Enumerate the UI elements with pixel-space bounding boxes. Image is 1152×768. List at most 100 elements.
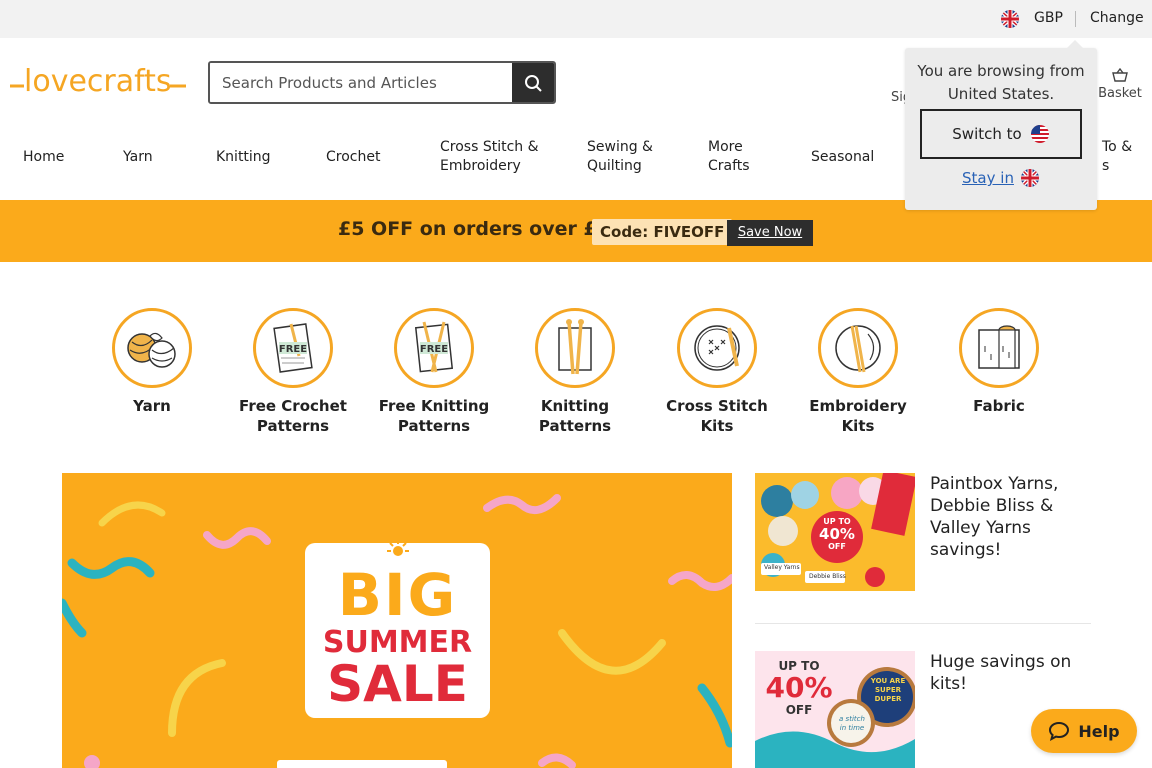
hero-line-big: BIG <box>337 561 458 629</box>
badge-text: OFF <box>828 542 846 551</box>
hero-banner-big-summer-sale[interactable]: BIG SUMMER SALE <box>62 473 732 768</box>
basket-label: Basket <box>1098 86 1142 101</box>
hero-sub-card <box>277 760 447 768</box>
badge-text: 40% <box>765 671 833 704</box>
category-label: Kits <box>841 417 875 435</box>
category-circle <box>677 308 757 388</box>
badge-text: OFF <box>785 703 813 717</box>
category-label: Free Knitting <box>378 397 490 415</box>
switch-to-us-button[interactable]: Switch to <box>920 109 1082 159</box>
cross-stitch-hoop-icon <box>694 325 740 371</box>
nav-label: Home <box>23 149 65 165</box>
divider <box>1075 11 1076 27</box>
category-label: Patterns <box>256 417 330 435</box>
category-circle: FREE <box>253 308 333 388</box>
category-label: Fabric <box>973 397 1025 415</box>
nav-label: Seasonal <box>811 149 875 165</box>
uk-flag-icon <box>1020 169 1039 187</box>
nav-label: Crafts <box>708 158 750 174</box>
free-badge: FREE <box>419 343 449 355</box>
sun-icon <box>387 540 409 556</box>
nav-item-yarn[interactable]: Yarn <box>123 148 153 167</box>
category-cross-stitch-kits[interactable]: Cross Stitch Kits <box>657 308 777 436</box>
discount-badge: UP TO 40% OFF <box>759 659 839 717</box>
nav-item-cross-stitch[interactable]: Cross Stitch & Embroidery <box>440 138 539 176</box>
nav-item-seasonal[interactable]: Seasonal <box>811 148 874 167</box>
stay-in-uk-link[interactable]: Stay in <box>905 168 1097 188</box>
hero-line-sale: SALE <box>327 655 468 713</box>
nav-item-knitting[interactable]: Knitting <box>216 148 271 167</box>
promo-code: Code: FIVEOFF <box>592 219 733 245</box>
nav-item-sewing[interactable]: Sewing & Quilting <box>587 138 653 176</box>
save-now-button[interactable]: Save Now <box>727 220 813 246</box>
category-circle: FREE <box>394 308 474 388</box>
category-free-crochet-patterns[interactable]: FREE Free Crochet Patterns <box>233 308 353 436</box>
search-icon <box>525 74 542 92</box>
category-knitting-patterns[interactable]: Knitting Patterns <box>515 308 635 436</box>
category-fabric[interactable]: Fabric <box>939 308 1059 416</box>
search-button[interactable] <box>512 63 554 102</box>
category-circle <box>818 308 898 388</box>
category-label: Cross Stitch <box>666 397 768 415</box>
stay-label: Stay in <box>962 169 1014 187</box>
sale-card: BIG SUMMER SALE <box>305 540 490 718</box>
nav-label: Sewing & <box>587 139 653 155</box>
category-label: Free Crochet <box>239 397 347 415</box>
category-circle <box>535 308 615 388</box>
category-embroidery-kits[interactable]: Embroidery Kits <box>798 308 918 436</box>
hoop-text: YOU ARE SUPER DUPER <box>870 677 906 703</box>
search-bar <box>208 61 556 104</box>
basket-button[interactable]: Basket <box>1098 68 1142 101</box>
help-button[interactable]: Help <box>1031 709 1137 753</box>
browsing-message: You are browsing from United States. <box>917 62 1085 103</box>
divider <box>755 623 1091 624</box>
yarn-balls-icon <box>127 332 176 368</box>
uk-flag-icon <box>1001 10 1019 28</box>
nav-label: Yarn <box>123 149 153 165</box>
tag-label: Valley Yarns <box>764 564 800 571</box>
discount-badge: UP TO 40% OFF <box>811 517 863 551</box>
promo-text: £5 OFF on orders over £25! <box>338 218 632 240</box>
side-promo-yarns[interactable]: UP TO 40% OFF Valley Yarns Debbie Bliss … <box>755 473 1095 591</box>
us-flag-icon <box>1030 125 1049 143</box>
category-circle <box>112 308 192 388</box>
nav-label: Embroidery <box>440 158 521 174</box>
embroidery-hoop-icon <box>835 325 881 373</box>
nav-item-how-to[interactable]: To & s <box>1102 138 1132 176</box>
category-label: Kits <box>700 417 734 435</box>
currency-label: GBP <box>1034 10 1063 26</box>
free-badge: FREE <box>278 343 308 355</box>
country-selector-popup: You are browsing from United States. Swi… <box>905 40 1097 210</box>
switch-label: Switch to <box>952 125 1022 143</box>
category-circle <box>959 308 1039 388</box>
nav-label: Cross Stitch & <box>440 139 539 155</box>
top-utility-bar: GBP Change <box>0 0 1152 38</box>
side-promo-text: Huge savings on kits! <box>930 652 1072 694</box>
category-label: Knitting <box>540 397 610 415</box>
side-promo-text: Paintbox Yarns, Debbie Bliss & Valley Ya… <box>930 474 1059 560</box>
badge-text: 40% <box>819 525 855 543</box>
category-yarn[interactable]: Yarn <box>92 308 212 416</box>
category-free-knitting-patterns[interactable]: FREE Free Knitting Patterns <box>374 308 494 436</box>
basket-icon <box>1112 68 1128 82</box>
fabric-roll-icon <box>978 325 1020 369</box>
nav-label: Knitting <box>216 149 271 165</box>
search-input[interactable] <box>210 63 515 102</box>
nav-label: More <box>708 139 743 155</box>
category-label: Patterns <box>538 417 612 435</box>
knitting-needles-icon <box>558 319 592 375</box>
category-label: Embroidery <box>809 397 907 415</box>
nav-item-more-crafts[interactable]: More Crafts <box>708 138 750 176</box>
kits-sale-thumbnail: UP TO 40% OFF YOU ARE SUPER DUPER a stit… <box>755 651 915 768</box>
change-currency-link[interactable]: Change <box>1090 10 1144 26</box>
lovecrafts-logo[interactable]: lovecrafts <box>10 58 188 100</box>
logo-text: lovecrafts <box>24 64 172 99</box>
nav-item-crochet[interactable]: Crochet <box>326 148 380 167</box>
nav-label: Crochet <box>326 149 381 165</box>
tag-label: Debbie Bliss <box>809 573 846 580</box>
yarn-sale-thumbnail: UP TO 40% OFF Valley Yarns Debbie Bliss <box>755 473 915 591</box>
nav-item-home[interactable]: Home <box>23 148 64 167</box>
category-label: Patterns <box>397 417 471 435</box>
help-label: Help <box>1078 721 1120 741</box>
hoop-text: a stitch in time <box>839 715 865 732</box>
